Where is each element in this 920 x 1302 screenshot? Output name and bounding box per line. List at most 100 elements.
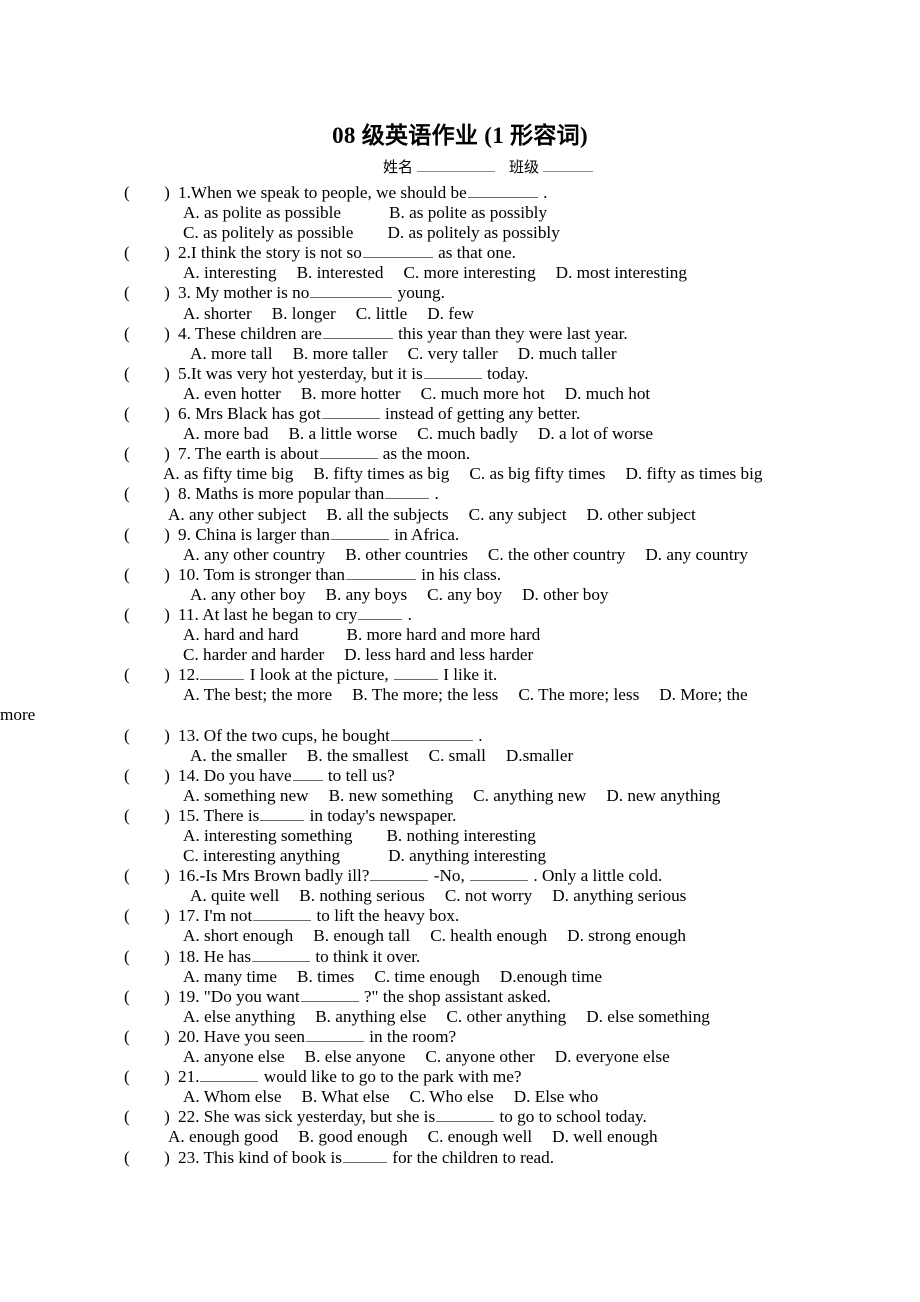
answer-blank[interactable] (305, 1029, 364, 1042)
answer-blank[interactable] (310, 285, 393, 299)
option-choice[interactable]: D. else something (586, 1007, 710, 1026)
option-choice[interactable]: A. anyone else (183, 1047, 285, 1066)
answer-blank[interactable] (370, 868, 429, 882)
answer-bracket[interactable]: ( ) (124, 947, 178, 967)
option-choice[interactable]: D. as politely as possibly (387, 223, 559, 242)
answer-blank[interactable] (292, 768, 323, 781)
option-choice[interactable]: A. Whom else (183, 1087, 282, 1106)
option-choice[interactable]: A. more bad (183, 424, 268, 443)
option-choice[interactable]: B. longer (272, 304, 336, 323)
answer-blank[interactable] (385, 486, 430, 500)
option-choice[interactable]: D. new anything (606, 786, 720, 805)
answer-blank[interactable] (346, 567, 416, 580)
answer-blank[interactable] (253, 908, 312, 922)
option-choice[interactable]: D. much taller (518, 344, 617, 363)
option-choice[interactable]: B. anything else (315, 1007, 426, 1026)
option-choice[interactable]: C. any boy (427, 585, 502, 604)
answer-bracket[interactable]: ( ) (124, 665, 178, 685)
answer-blank[interactable] (423, 366, 482, 379)
answer-blank[interactable] (321, 406, 380, 420)
answer-blank[interactable] (467, 185, 538, 198)
answer-bracket[interactable]: ( ) (124, 866, 178, 886)
option-choice[interactable]: A. many time (183, 967, 277, 986)
answer-bracket[interactable]: ( ) (124, 404, 178, 424)
option-choice[interactable]: B. more hotter (301, 384, 401, 403)
option-choice[interactable]: D. anything interesting (388, 846, 546, 865)
option-choice[interactable]: A. as fifty time big (163, 464, 293, 483)
option-choice[interactable]: A. any other subject (168, 505, 306, 524)
option-choice[interactable]: B. new something (329, 786, 454, 805)
class-input-rule[interactable] (543, 158, 594, 172)
option-choice[interactable]: B. The more; the less (352, 685, 498, 704)
answer-bracket[interactable]: ( ) (124, 987, 178, 1007)
option-choice[interactable]: B. the smallest (307, 746, 409, 765)
answer-bracket[interactable]: ( ) (124, 605, 178, 625)
option-choice[interactable]: C. harder and harder (183, 645, 324, 664)
answer-bracket[interactable]: ( ) (124, 1148, 178, 1168)
option-choice[interactable]: C. any subject (469, 505, 567, 524)
option-choice[interactable]: A. even hotter (183, 384, 281, 403)
option-choice[interactable]: C. small (429, 746, 486, 765)
answer-blank[interactable] (252, 949, 311, 962)
option-choice[interactable]: A. short enough (183, 926, 293, 945)
option-choice[interactable]: C. the other country (488, 545, 625, 564)
option-choice[interactable]: A. quite well (190, 886, 279, 905)
option-choice[interactable]: C. very taller (408, 344, 498, 363)
answer-blank[interactable] (319, 446, 378, 460)
answer-bracket[interactable]: ( ) (124, 364, 178, 384)
option-choice[interactable]: A. enough good (168, 1127, 278, 1146)
option-choice[interactable]: B. a little worse (288, 424, 397, 443)
answer-blank[interactable] (358, 607, 403, 620)
option-choice[interactable]: D. strong enough (567, 926, 686, 945)
option-choice[interactable]: B. any boys (326, 585, 408, 604)
option-choice[interactable]: A. hard and hard (183, 625, 299, 644)
option-choice[interactable]: B. times (297, 967, 354, 986)
option-choice[interactable]: D. most interesting (556, 263, 687, 282)
option-choice[interactable]: D. any country (645, 545, 748, 564)
answer-blank[interactable] (330, 527, 389, 540)
option-choice[interactable]: D. few (427, 304, 474, 323)
option-choice[interactable]: C. interesting anything (183, 846, 340, 865)
option-choice[interactable]: D. everyone else (555, 1047, 670, 1066)
answer-blank[interactable] (300, 989, 359, 1002)
answer-blank[interactable] (200, 667, 245, 681)
option-choice[interactable]: B. as polite as possibly (389, 203, 547, 222)
answer-bracket[interactable]: ( ) (124, 806, 178, 826)
answer-blank[interactable] (200, 1069, 259, 1083)
answer-bracket[interactable]: ( ) (124, 766, 178, 786)
option-choice[interactable]: A. the smaller (190, 746, 287, 765)
option-choice[interactable]: A. shorter (183, 304, 252, 323)
option-choice[interactable]: C. much badly (417, 424, 518, 443)
option-choice[interactable]: C. health enough (430, 926, 547, 945)
answer-bracket[interactable]: ( ) (124, 1067, 178, 1087)
option-choice[interactable]: A. else anything (183, 1007, 295, 1026)
answer-blank[interactable] (322, 326, 393, 339)
option-choice[interactable]: C. time enough (374, 967, 480, 986)
option-choice[interactable]: D. other subject (586, 505, 695, 524)
option-choice[interactable]: D. Else who (514, 1087, 599, 1106)
option-choice[interactable]: A. interesting something (183, 826, 352, 845)
answer-bracket[interactable]: ( ) (124, 183, 178, 203)
answer-blank[interactable] (393, 667, 438, 681)
option-choice[interactable]: D. well enough (552, 1127, 658, 1146)
option-choice[interactable]: B. good enough (298, 1127, 407, 1146)
option-choice[interactable]: D. other boy (522, 585, 608, 604)
answer-bracket[interactable]: ( ) (124, 243, 178, 263)
answer-bracket[interactable]: ( ) (124, 324, 178, 344)
answer-bracket[interactable]: ( ) (124, 1107, 178, 1127)
name-input-rule[interactable] (417, 158, 495, 172)
answer-bracket[interactable]: ( ) (124, 906, 178, 926)
answer-blank[interactable] (342, 1150, 387, 1163)
option-choice[interactable]: B. nothing interesting (386, 826, 535, 845)
answer-blank[interactable] (470, 868, 529, 882)
answer-bracket[interactable]: ( ) (124, 283, 178, 303)
option-choice[interactable]: D. a lot of worse (538, 424, 653, 443)
answer-bracket[interactable]: ( ) (124, 565, 178, 585)
option-choice[interactable]: B. What else (302, 1087, 390, 1106)
option-choice[interactable]: A. as polite as possible (183, 203, 341, 222)
option-choice[interactable]: C. The more; less (518, 685, 639, 704)
answer-blank[interactable] (436, 1109, 495, 1123)
answer-bracket[interactable]: ( ) (124, 1027, 178, 1047)
option-choice[interactable]: B. else anyone (305, 1047, 406, 1066)
option-choice[interactable]: D. More; the (659, 685, 747, 704)
